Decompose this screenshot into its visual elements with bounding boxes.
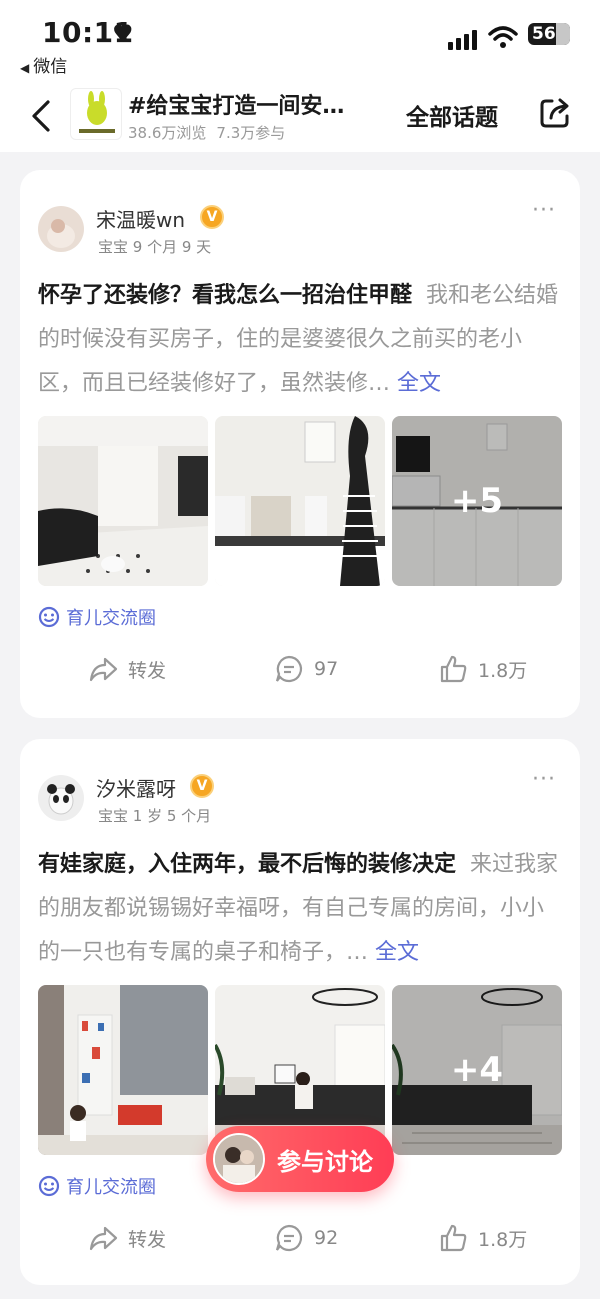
- post-image[interactable]: +4: [392, 985, 562, 1155]
- topic-stats: 38.6万浏览 7.3万参与: [128, 122, 285, 143]
- circle-tag[interactable]: 育儿交流圈: [38, 604, 156, 630]
- battery-indicator: 56: [528, 23, 570, 45]
- circle-tag-label: 育儿交流圈: [66, 1177, 156, 1198]
- smile-face-icon: [38, 606, 60, 628]
- post-text[interactable]: 怀孕了还装修？看我怎么一招治住甲醛 我和老公结婚的时候没有买房子，住的是婆婆很久…: [38, 274, 560, 406]
- like-count: 1.8万: [478, 1228, 528, 1251]
- more-images-count[interactable]: +4: [392, 985, 562, 1155]
- forward-arrow-icon: [89, 657, 118, 682]
- forward-label: 转发: [128, 1228, 167, 1251]
- share-icon[interactable]: [538, 96, 572, 130]
- topic-logo: [70, 88, 122, 140]
- post-card[interactable]: 汐米露呀 V 宝宝 1 岁 5 个月 ··· 有娃家庭，入住两年，最不后悔的装修…: [20, 739, 580, 1285]
- more-options-icon[interactable]: ···: [532, 767, 556, 792]
- verified-badge-icon: V: [190, 774, 214, 798]
- forward-button[interactable]: 转发: [88, 1223, 166, 1253]
- post-image[interactable]: [215, 416, 385, 586]
- baby-age: 宝宝 1 岁 5 个月: [98, 807, 212, 825]
- author-avatar[interactable]: [38, 775, 84, 821]
- like-button[interactable]: 1.8万: [438, 1223, 527, 1253]
- comment-button[interactable]: 97: [274, 654, 338, 684]
- circle-tag-label: 育儿交流圈: [66, 608, 156, 629]
- post-card[interactable]: 宋温暖wn V 宝宝 9 个月 9 天 ··· 怀孕了还装修？看我怎么一招治住甲…: [20, 170, 580, 718]
- topic-header: #给宝宝打造一间安… 38.6万浏览 7.3万参与 全部话题: [0, 80, 600, 152]
- verified-badge-icon: V: [200, 205, 224, 229]
- thumbs-up-icon: [440, 1224, 467, 1252]
- comment-count: 97: [314, 658, 339, 680]
- all-topics-button[interactable]: 全部话题: [406, 98, 498, 132]
- post-title: 有娃家庭，入住两年，最不后悔的装修决定: [38, 852, 457, 877]
- full-text-link[interactable]: 全文: [397, 371, 441, 396]
- post-actions: 转发 92 1.8万: [20, 1223, 580, 1263]
- post-actions: 转发 97 1.8万: [20, 654, 580, 694]
- comment-bubble-icon: [275, 655, 303, 683]
- user-avatar: [213, 1133, 265, 1185]
- post-image[interactable]: +5: [392, 416, 562, 586]
- topic-participants: 7.3万参与: [216, 124, 286, 142]
- author-avatar[interactable]: [38, 206, 84, 252]
- comment-bubble-icon: [275, 1224, 303, 1252]
- topic-title: #给宝宝打造一间安…: [128, 94, 345, 119]
- post-image[interactable]: [38, 985, 208, 1155]
- join-discussion-button[interactable]: 参与讨论: [206, 1126, 394, 1192]
- back-triangle-icon: ◀: [20, 61, 30, 75]
- author-name[interactable]: 汐米露呀: [96, 773, 176, 802]
- smile-face-icon: [38, 1175, 60, 1197]
- baby-age: 宝宝 9 个月 9 天: [98, 238, 212, 256]
- like-button[interactable]: 1.8万: [438, 654, 527, 684]
- like-count: 1.8万: [478, 659, 528, 682]
- chevron-left-icon[interactable]: [28, 96, 56, 136]
- post-title: 怀孕了还装修？看我怎么一招治住甲醛: [38, 283, 413, 308]
- forward-label: 转发: [128, 659, 167, 682]
- join-discussion-label: 参与讨论: [277, 1147, 373, 1176]
- comment-button[interactable]: 92: [274, 1223, 338, 1253]
- post-image[interactable]: [38, 416, 208, 586]
- wifi-icon: [488, 26, 518, 48]
- post-image-grid: +5: [38, 416, 562, 586]
- signal-icon: [448, 28, 477, 50]
- comment-count: 92: [314, 1227, 339, 1249]
- circle-tag[interactable]: 育儿交流圈: [38, 1173, 156, 1199]
- author-name[interactable]: 宋温暖wn: [96, 204, 185, 233]
- more-images-count[interactable]: +5: [392, 416, 562, 586]
- status-bar: 10:11 ♥ ◀ 微信 56: [0, 0, 600, 80]
- back-app-label: 微信: [33, 57, 68, 77]
- thumbs-up-icon: [440, 655, 467, 683]
- forward-button[interactable]: 转发: [88, 654, 166, 684]
- back-to-app-link[interactable]: ◀ 微信: [20, 52, 67, 77]
- post-text[interactable]: 有娃家庭，入住两年，最不后悔的装修决定 来过我家的朋友都说锡锡好幸福呀，有自己专…: [38, 843, 560, 975]
- battery-level: 56: [532, 24, 556, 44]
- forward-arrow-icon: [89, 1226, 118, 1251]
- more-options-icon[interactable]: ···: [532, 198, 556, 223]
- topic-views: 38.6万浏览: [128, 124, 207, 142]
- full-text-link[interactable]: 全文: [375, 940, 419, 965]
- heart-icon: ♥: [112, 20, 134, 48]
